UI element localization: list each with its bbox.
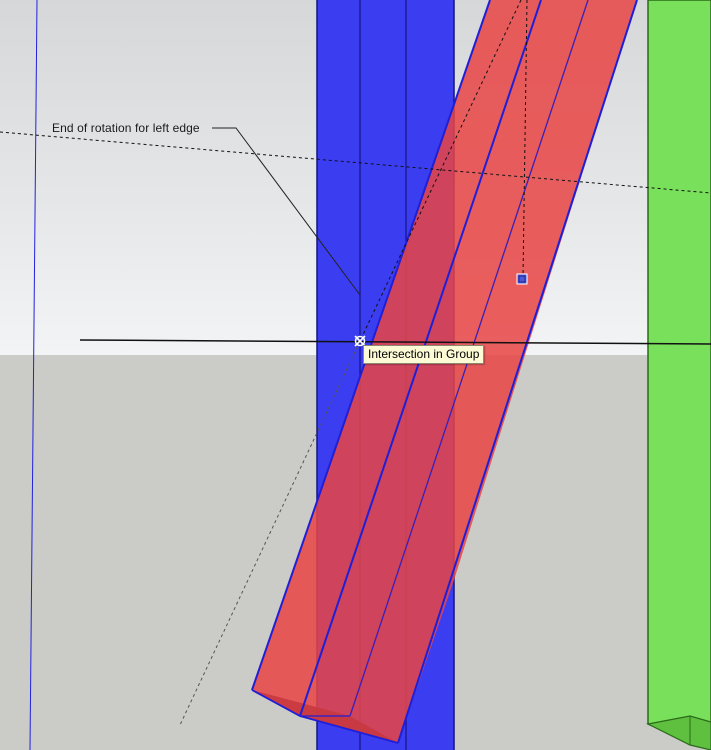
3d-scene[interactable] bbox=[0, 0, 711, 750]
green-post[interactable] bbox=[646, 0, 711, 750]
blue-axis-line bbox=[29, 0, 38, 750]
green-post-face[interactable] bbox=[647, 0, 711, 750]
inference-tooltip: Intersection in Group bbox=[363, 345, 485, 364]
modeling-viewport[interactable]: End of rotation for left edge Intersecti… bbox=[0, 0, 711, 750]
callout-label[interactable]: End of rotation for left edge bbox=[52, 121, 200, 135]
rotation-grip-icon[interactable] bbox=[516, 273, 528, 285]
